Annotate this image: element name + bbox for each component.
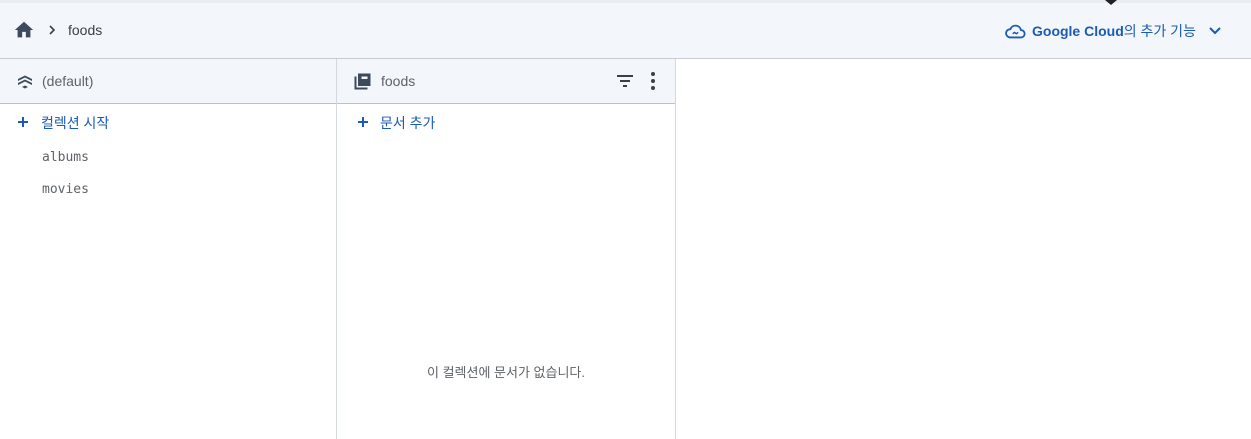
collection-item-movies[interactable]: movies: [42, 182, 89, 197]
top-bar: foods Google Cloud 의 추가 기능: [0, 0, 1251, 59]
collection-icon: [354, 73, 371, 90]
collection-item-albums[interactable]: albums: [42, 150, 89, 165]
database-title: (default): [42, 73, 94, 89]
add-icon: [18, 117, 28, 127]
add-document-button[interactable]: 문서 추가: [337, 109, 675, 135]
tooltip-notch: [1105, 0, 1117, 5]
top-shadow: [0, 0, 1251, 3]
add-icon: [358, 117, 368, 127]
firestore-icon: [18, 75, 32, 89]
start-collection-button[interactable]: 컬렉션 시작: [0, 109, 336, 135]
database-panel: (default) 컬렉션 시작 albums movies: [0, 59, 337, 439]
chevron-right-icon: [49, 25, 56, 35]
start-collection-label: 컬렉션 시작: [41, 115, 110, 131]
filter-icon[interactable]: [616, 73, 634, 89]
google-cloud-suffix: 의 추가 기능: [1123, 23, 1196, 39]
more-vert-icon[interactable]: [650, 71, 656, 91]
collection-panel-header: foods: [337, 59, 675, 104]
cloud-icon: [1005, 24, 1026, 39]
collection-title: foods: [381, 73, 416, 89]
document-panel: [676, 59, 1251, 439]
empty-collection-message: 이 컬렉션에 문서가 없습니다.: [427, 365, 585, 380]
collection-panel: foods 문서 추가 이 컬렉션에 문서가 없습니다.: [337, 59, 676, 439]
google-cloud-brand: Google Cloud: [1032, 23, 1124, 39]
database-panel-header[interactable]: (default): [0, 59, 336, 104]
home-icon[interactable]: [13, 19, 35, 41]
add-document-label: 문서 추가: [380, 115, 436, 131]
breadcrumb-current[interactable]: foods: [68, 22, 102, 38]
google-cloud-menu-button[interactable]: Google Cloud 의 추가 기능: [1004, 20, 1222, 42]
chevron-down-icon: [1209, 27, 1221, 35]
